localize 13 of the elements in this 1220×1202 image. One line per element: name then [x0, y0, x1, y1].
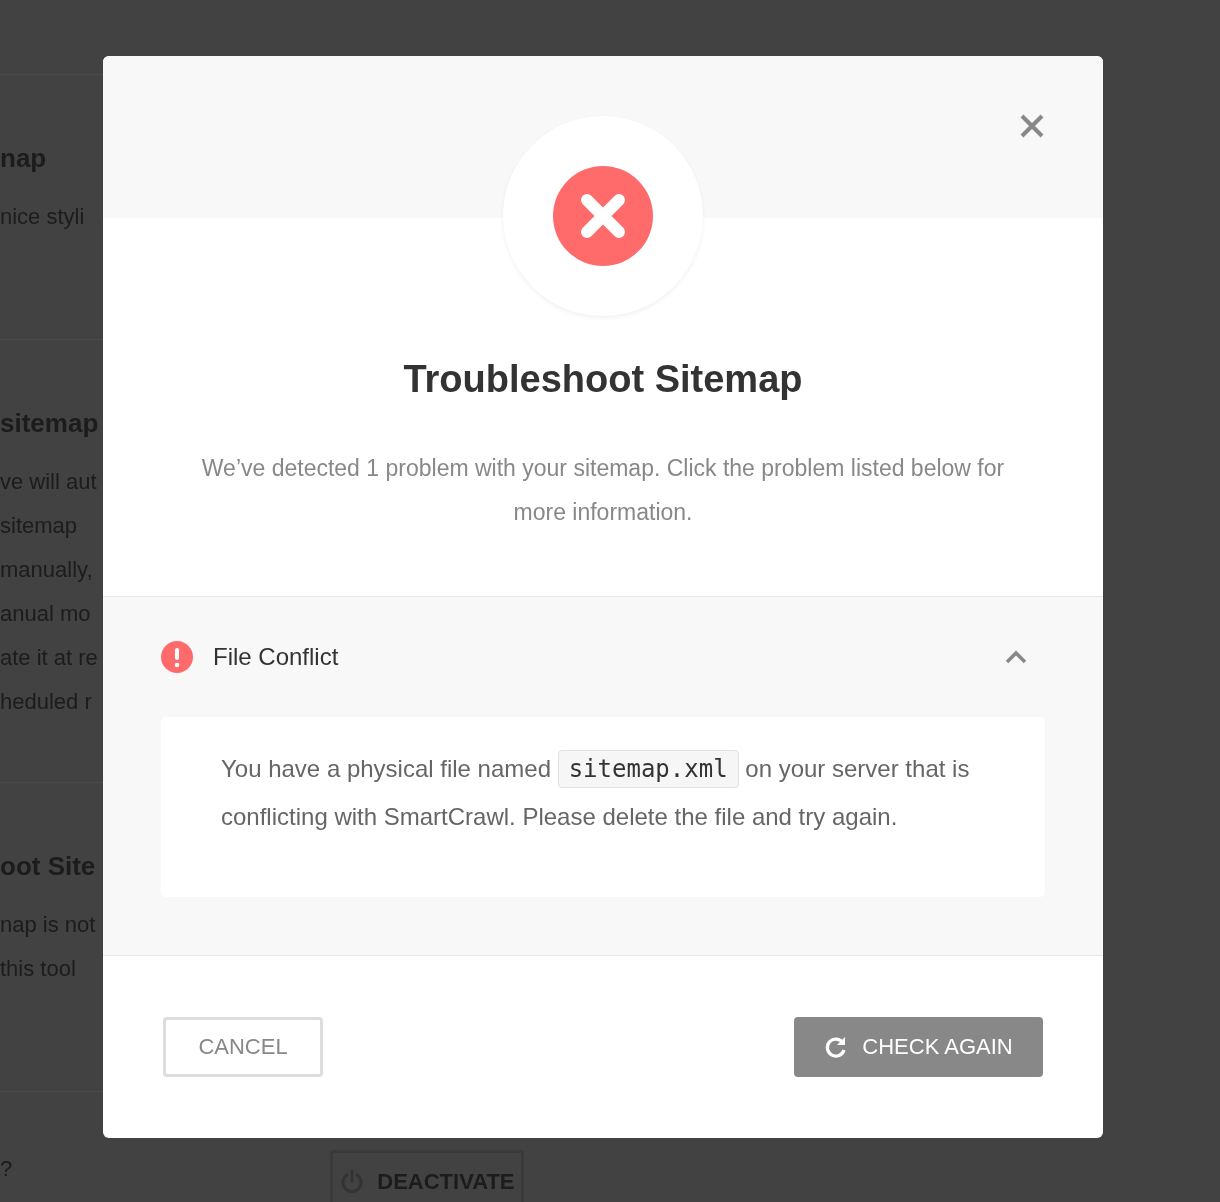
chevron-icon[interactable]: [1005, 650, 1027, 664]
cancel-button[interactable]: CANCEL: [163, 1017, 323, 1077]
error-icon: [553, 166, 653, 266]
refresh-icon: [824, 1035, 849, 1059]
code-snippet: sitemap.xml: [557, 750, 739, 788]
problem-title[interactable]: File Conflict: [213, 643, 985, 671]
problem-text: You have a physical file named sitemap.xml on your server that is conflicting with SmartCrawl. Please delete the file and try again.: [221, 745, 971, 841]
dialog-title: Troubleshoot Sitemap: [402, 357, 804, 402]
row-label: ?: [0, 1156, 13, 1182]
check-again-button[interactable]: CHECK AGAIN: [794, 1017, 1043, 1077]
dialog-description: We’ve detected 1 problem with your sitemap. Click the problem listed below for more information.: [200, 454, 1006, 527]
close-icon[interactable]: [1019, 113, 1045, 139]
warning-icon: [161, 641, 193, 673]
